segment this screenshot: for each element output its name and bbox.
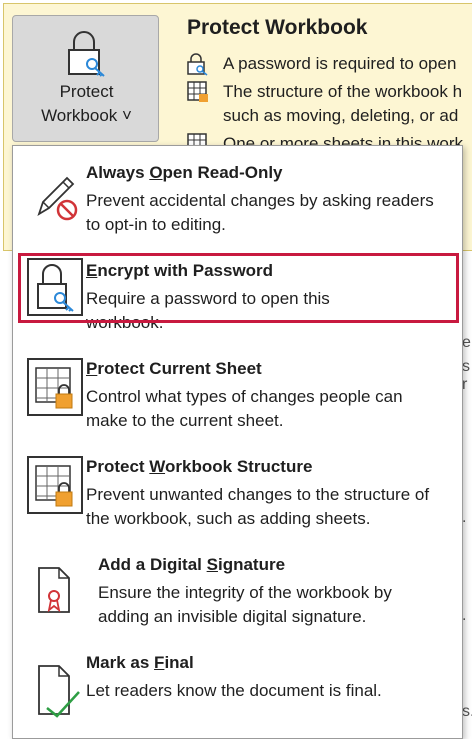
menu-item-add-digital-signature[interactable]: Add a Digital Signature Ensure the integ… <box>13 546 462 642</box>
info-line-password: A password is required to open <box>223 54 457 73</box>
workbook-lock-icon <box>27 456 83 519</box>
protect-workbook-label-line2: Workbook ˅ <box>41 106 132 125</box>
structure-small-icon <box>186 80 210 109</box>
pencil-no-icon <box>35 172 81 227</box>
info-line-structure-cont: such as moving, deleting, or ad <box>223 106 459 125</box>
menu-item-title: Encrypt with Password <box>86 261 274 280</box>
bg-fragment: s r <box>462 358 470 393</box>
menu-item-description: Let readers know the document is final. <box>86 681 382 700</box>
protect-workbook-button[interactable]: Protect Workbook ˅ <box>12 15 159 142</box>
info-line-sheets: One or more sheets in this work <box>223 134 463 146</box>
lock-key-icon <box>66 30 110 83</box>
protect-workbook-label-line1: Protect <box>59 82 114 101</box>
protect-workbook-menu: Always Open Read-Only Prevent accidental… <box>12 145 463 739</box>
encrypt-small-icon <box>186 52 210 81</box>
document-ribbon-icon <box>37 566 73 621</box>
menu-item-description: Control what types of changes people can… <box>86 387 403 430</box>
menu-item-description: Require a password to open this workbook… <box>86 289 330 332</box>
bg-fragment: e <box>462 334 471 351</box>
bg-fragment: s. <box>462 703 472 720</box>
menu-item-protect-workbook-structure[interactable]: Protect Workbook Structure Prevent unwan… <box>13 448 462 544</box>
menu-item-protect-current-sheet[interactable]: Protect Current Sheet Control what types… <box>13 350 462 446</box>
protect-workbook-label: Protect Workbook ˅ <box>13 80 160 128</box>
menu-item-title: Always Open Read-Only <box>86 163 283 182</box>
menu-item-mark-as-final[interactable]: Mark as Final Let readers know the docum… <box>13 644 462 734</box>
lock-key-icon <box>27 258 83 321</box>
menu-item-title: Add a Digital Signature <box>98 555 286 574</box>
menu-item-title: Mark as Final <box>86 653 194 672</box>
menu-item-title: Protect Workbook Structure <box>86 457 313 476</box>
menu-item-always-open-read-only[interactable]: Always Open Read-Only Prevent accidental… <box>13 154 462 250</box>
document-check-icon <box>37 664 81 725</box>
menu-item-description: Prevent unwanted changes to the structur… <box>86 485 430 528</box>
info-line-structure: The structure of the workbook h <box>223 82 463 101</box>
sheet-lock-icon <box>27 358 83 421</box>
menu-item-title: Protect Current Sheet <box>86 359 262 378</box>
menu-item-description: Prevent accidental changes by asking rea… <box>86 191 434 234</box>
menu-item-description: Ensure the integrity of the workbook by … <box>98 583 392 626</box>
info-panel-title: Protect Workbook <box>187 16 368 39</box>
menu-item-encrypt-with-password[interactable]: Encrypt with Password Require a password… <box>13 252 462 348</box>
